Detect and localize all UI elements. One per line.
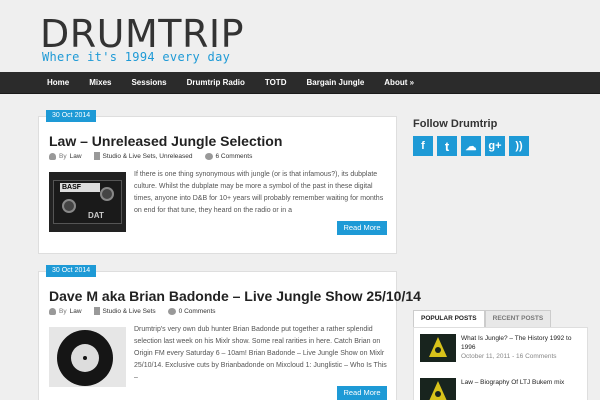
list-item[interactable]: Law – Biography Of LTJ Bukem mix bbox=[420, 378, 585, 400]
post-author-link[interactable]: Law bbox=[70, 153, 82, 160]
popular-post-thumbnail bbox=[420, 334, 456, 362]
follow-widget-title: Follow Drumtrip bbox=[413, 118, 498, 130]
social-links: f t ☁ g+ )) bbox=[413, 136, 529, 156]
twitter-glyph: t bbox=[444, 138, 450, 154]
comments-icon bbox=[204, 152, 213, 160]
read-more-button[interactable]: Read More bbox=[337, 386, 387, 400]
nav-item-bargain-jungle[interactable]: Bargain Jungle bbox=[296, 72, 374, 94]
popular-post-date: October 11, 2011 - 16 Comments bbox=[461, 353, 557, 360]
post-categories-link[interactable]: Studio & Live Sets, Unreleased bbox=[103, 153, 193, 160]
posts-tabs: POPULAR POSTS RECENT POSTS bbox=[413, 310, 552, 328]
category-icon bbox=[93, 307, 100, 315]
record-spindle-hole bbox=[83, 356, 87, 360]
nav-item-totd[interactable]: TOTD bbox=[255, 72, 297, 94]
post-date-badge: 30 Oct 2014 bbox=[46, 110, 97, 122]
tape-format-label: DAT bbox=[88, 211, 104, 220]
post-meta: By Law Studio & Live Sets, Unreleased 6 … bbox=[49, 152, 252, 160]
soundcloud-icon[interactable]: ☁ bbox=[461, 136, 481, 156]
nav-item-mixes[interactable]: Mixes bbox=[79, 72, 121, 94]
nav-item-home[interactable]: Home bbox=[38, 72, 79, 94]
main-nav: Home Mixes Sessions Drumtrip Radio TOTD … bbox=[0, 72, 600, 94]
post-date-badge: 30 Oct 2014 bbox=[46, 265, 97, 277]
popular-post-thumbnail bbox=[420, 378, 456, 400]
author-icon bbox=[49, 152, 56, 160]
read-more-button[interactable]: Read More bbox=[337, 221, 387, 235]
twitter-icon[interactable]: t bbox=[437, 136, 457, 156]
tab-recent-posts[interactable]: RECENT POSTS bbox=[484, 310, 552, 328]
post-author-link[interactable]: Law bbox=[70, 308, 82, 315]
cassette-graphic: BASF DAT bbox=[53, 180, 122, 224]
post-title[interactable]: Law – Unreleased Jungle Selection bbox=[49, 133, 282, 149]
tape-reel-left bbox=[62, 199, 76, 213]
popular-post-title[interactable]: What Is Jungle? – The History 1992 to 19… bbox=[461, 334, 586, 352]
post-title[interactable]: Dave M aka Brian Badonde – Live Jungle S… bbox=[49, 288, 421, 304]
post-meta: By Law Studio & Live Sets 0 Comments bbox=[49, 307, 216, 315]
post-comments-link[interactable]: 0 Comments bbox=[179, 308, 216, 315]
nav-item-about[interactable]: About » bbox=[374, 72, 424, 94]
post-card: 30 Oct 2014 Dave M aka Brian Badonde – L… bbox=[38, 265, 421, 400]
post-thumbnail[interactable] bbox=[49, 327, 126, 387]
tape-reel-right bbox=[100, 187, 114, 201]
post-excerpt: Drumtrip's very own dub hunter Brian Bad… bbox=[134, 326, 387, 381]
category-icon bbox=[93, 152, 100, 160]
by-label: By bbox=[59, 152, 67, 160]
list-item[interactable]: What Is Jungle? – The History 1992 to 19… bbox=[420, 334, 585, 362]
by-label: By bbox=[59, 307, 67, 315]
site-header: DRUMTRIP Where it's 1994 every day bbox=[0, 0, 600, 72]
popular-posts-panel: What Is Jungle? – The History 1992 to 19… bbox=[413, 327, 588, 400]
post-excerpt: If there is one thing synonymous with ju… bbox=[134, 171, 384, 214]
tape-brand-label: BASF bbox=[60, 183, 100, 192]
post-categories-link[interactable]: Studio & Live Sets bbox=[103, 308, 156, 315]
tab-popular-posts[interactable]: POPULAR POSTS bbox=[413, 310, 485, 328]
popular-post-title[interactable]: Law – Biography Of LTJ Bukem mix bbox=[461, 378, 586, 387]
author-icon bbox=[49, 307, 56, 315]
comments-icon bbox=[167, 307, 176, 315]
googleplus-icon[interactable]: g+ bbox=[485, 136, 505, 156]
triangle-eye-graphic bbox=[435, 347, 441, 353]
facebook-icon[interactable]: f bbox=[413, 136, 433, 156]
site-tagline: Where it's 1994 every day bbox=[42, 50, 231, 64]
rss-icon[interactable]: )) bbox=[509, 136, 529, 156]
site-title[interactable]: DRUMTRIP bbox=[40, 14, 244, 54]
nav-item-sessions[interactable]: Sessions bbox=[121, 72, 176, 94]
post-card: 30 Oct 2014 Law – Unreleased Jungle Sele… bbox=[38, 110, 397, 254]
nav-item-drumtrip-radio[interactable]: Drumtrip Radio bbox=[177, 72, 255, 94]
post-thumbnail[interactable]: BASF DAT bbox=[49, 172, 126, 232]
post-comments-link[interactable]: 6 Comments bbox=[216, 153, 253, 160]
triangle-eye-graphic bbox=[435, 391, 441, 397]
